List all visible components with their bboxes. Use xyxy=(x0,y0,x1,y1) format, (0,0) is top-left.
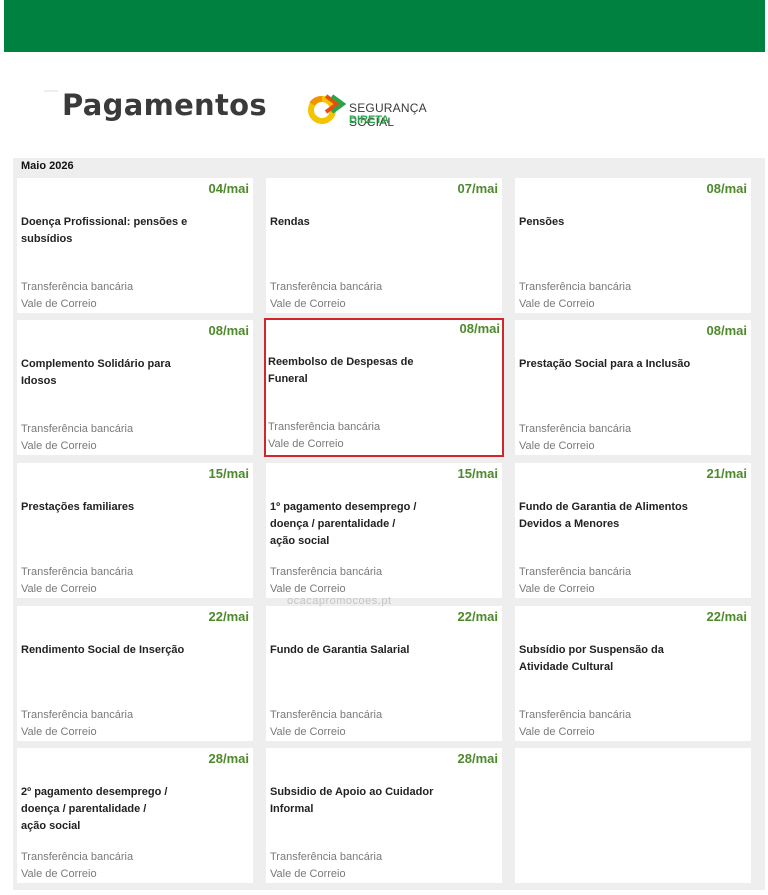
payment-method: Vale de Correio xyxy=(21,583,97,595)
payment-title: Fundo de Garantia Salarial xyxy=(270,644,410,656)
payment-method: Transferência bancária xyxy=(270,851,383,863)
seguranca-social-direta-logo[interactable]: SEGURANÇA SOCIAL DIRETA xyxy=(306,92,466,129)
payment-method: Vale de Correio xyxy=(519,583,595,595)
payment-method: Transferência bancária xyxy=(21,709,134,721)
payment-date: 15/mai xyxy=(208,466,249,481)
payment-title: Pensões xyxy=(519,216,565,228)
payment-date: 04/mai xyxy=(208,181,249,196)
empty-card xyxy=(515,748,751,883)
payment-title: 2º pagamento desemprego / doença / paren… xyxy=(21,786,168,832)
payment-method: Vale de Correio xyxy=(270,726,346,738)
top-bar xyxy=(4,0,765,52)
payment-date: 07/mai xyxy=(457,181,498,196)
payment-date: 08/mai xyxy=(208,323,249,338)
payment-method: Transferência bancária xyxy=(268,421,381,433)
payment-title: Reembolso de Despesas de Funeral xyxy=(268,356,414,385)
payment-title: 1º pagamento desemprego / doença / paren… xyxy=(270,501,417,547)
payment-method: Transferência bancária xyxy=(21,566,134,578)
payment-card[interactable]: 08/mai Complemento Solidário para Idosos T… xyxy=(17,320,253,455)
payment-method: Vale de Correio xyxy=(519,298,595,310)
payment-method: Vale de Correio xyxy=(268,438,344,450)
payment-title: Subsidio de Apoio ao Cuidador Informal xyxy=(270,786,434,815)
payment-card[interactable]: 28/mai Subsidio de Apoio ao Cuidador Info… xyxy=(266,748,502,883)
payment-method: Vale de Correio xyxy=(21,868,97,880)
payment-title: Prestações familiares xyxy=(21,501,135,513)
payment-card[interactable]: 15/mai 1º pagamento desemprego / doença /… xyxy=(266,463,502,598)
payment-card[interactable]: 08/mai Prestação Social para a Inclusão Tr… xyxy=(515,320,751,455)
payment-method: Transferência bancária xyxy=(21,423,134,435)
payment-card[interactable]: 21/mai Fundo de Garantia de Alimentos Dev… xyxy=(515,463,751,598)
payment-date: 22/mai xyxy=(208,609,249,624)
payment-method: Transferência bancária xyxy=(21,851,134,863)
logo-mark-icon xyxy=(308,94,346,124)
page-title: Pagamentos xyxy=(62,88,267,122)
payment-method: Vale de Correio xyxy=(21,726,97,738)
payment-date: 21/mai xyxy=(706,466,747,481)
payment-method: Transferência bancária xyxy=(519,281,632,293)
watermark: ocacapromocoes.pt xyxy=(287,595,392,607)
payment-title: Rendas xyxy=(270,216,310,228)
payment-title: Rendimento Social de Inserção xyxy=(21,644,185,656)
payment-card[interactable]: 22/mai Subsídio por Suspensão da Atividad… xyxy=(515,606,751,741)
payment-method: Transferência bancária xyxy=(519,709,632,721)
payment-title: Fundo de Garantia de Alimentos Devidos a… xyxy=(519,501,688,530)
payment-card[interactable]: 22/mai Rendimento Social de Inserção Trans… xyxy=(17,606,253,741)
payment-date: 28/mai xyxy=(457,751,498,766)
payment-title: Doença Profissional: pensões e subsídios xyxy=(21,216,188,245)
payment-card[interactable]: 04/mai Doença Profissional: pensões e sub… xyxy=(17,178,253,313)
payment-title: Complemento Solidário para Idosos xyxy=(21,358,171,387)
payment-date: 08/mai xyxy=(706,181,747,196)
payment-title: Subsídio por Suspensão da Atividade Cult… xyxy=(519,644,664,673)
payment-card[interactable]: 28/mai 2º pagamento desemprego / doença /… xyxy=(17,748,253,883)
payment-date: 08/mai xyxy=(459,321,500,336)
payment-date: 22/mai xyxy=(457,609,498,624)
payment-date: 28/mai xyxy=(208,751,249,766)
payment-method: Vale de Correio xyxy=(519,726,595,738)
payment-card[interactable]: 08/mai Reembolso de Despesas de Funeral Tr… xyxy=(264,318,504,457)
payment-method: Transferência bancária xyxy=(270,566,383,578)
payment-method: Transferência bancária xyxy=(519,566,632,578)
month-label: Maio 2026 xyxy=(21,160,74,172)
payment-method: Vale de Correio xyxy=(270,868,346,880)
payment-title: Prestação Social para a Inclusão xyxy=(519,358,691,370)
payment-method: Transferência bancária xyxy=(519,423,632,435)
payment-date: 22/mai xyxy=(706,609,747,624)
payment-method: Vale de Correio xyxy=(21,298,97,310)
payment-method: Vale de Correio xyxy=(270,583,346,595)
payment-card[interactable]: 07/mai Rendas Transferência bancária Vale d… xyxy=(266,178,502,313)
payment-card[interactable]: 22/mai Fundo de Garantia Salarial Transfer… xyxy=(266,606,502,741)
payment-card[interactable]: 15/mai Prestações familiares Transferência… xyxy=(17,463,253,598)
payment-method: Vale de Correio xyxy=(21,440,97,452)
logo-text-line2: DIRETA xyxy=(349,114,390,126)
payment-method: Vale de Correio xyxy=(270,298,346,310)
payment-method: Transferência bancária xyxy=(270,709,383,721)
payment-card[interactable]: 08/mai Pensões Transferência bancária Vale … xyxy=(515,178,751,313)
payment-method: Vale de Correio xyxy=(519,440,595,452)
payment-date: 15/mai xyxy=(457,466,498,481)
title-decoration xyxy=(44,90,58,92)
payment-method: Transferência bancária xyxy=(270,281,383,293)
payment-date: 08/mai xyxy=(706,323,747,338)
payment-method: Transferência bancária xyxy=(21,281,134,293)
